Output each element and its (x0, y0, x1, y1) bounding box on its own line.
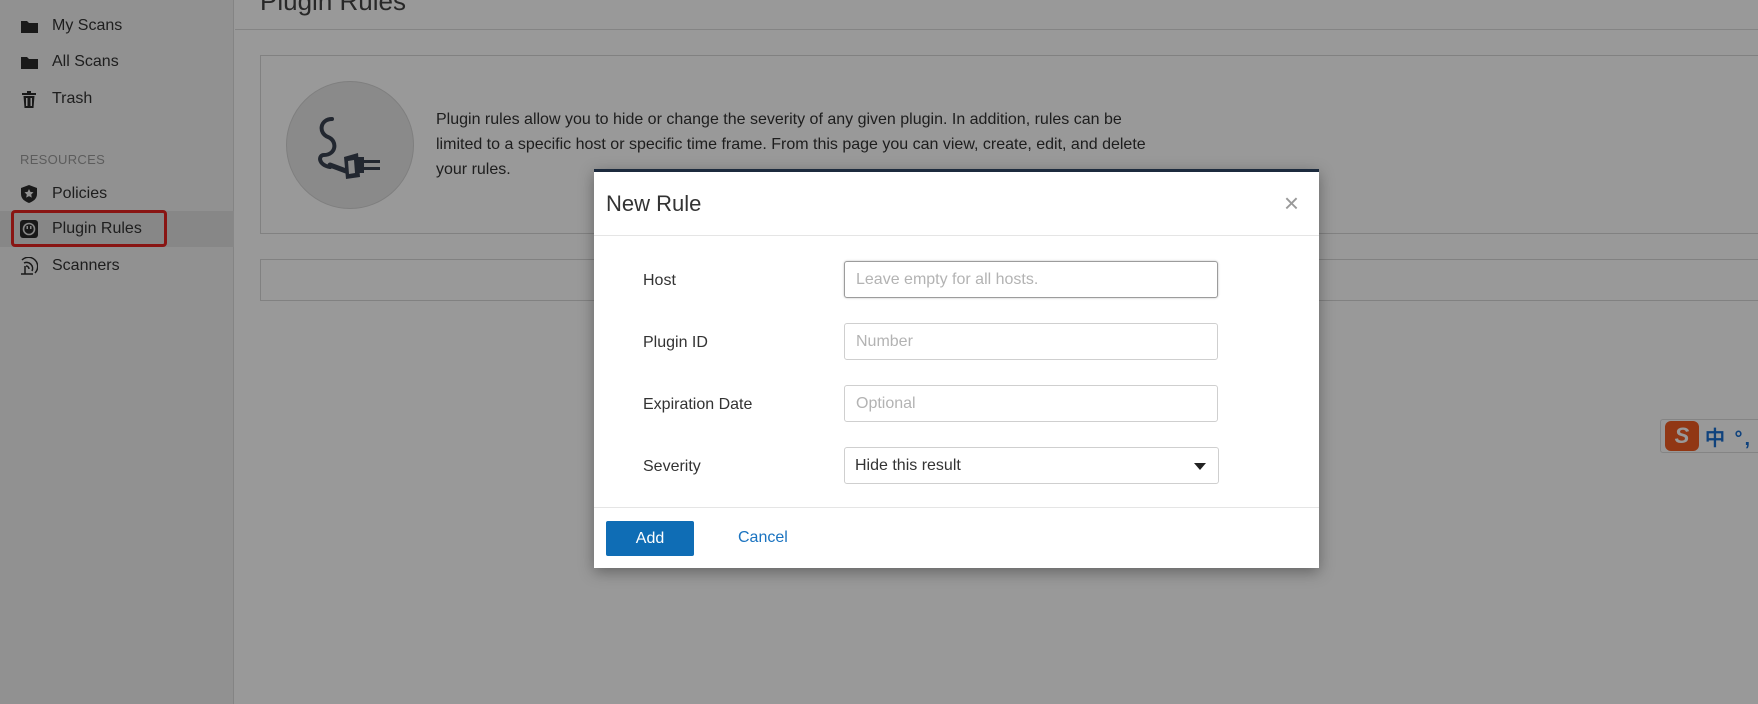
host-label: Host (643, 272, 676, 289)
plugin-id-label: Plugin ID (643, 334, 708, 351)
host-input[interactable] (844, 261, 1218, 298)
severity-label: Severity (643, 458, 701, 475)
modal-header-divider (594, 235, 1319, 236)
add-button[interactable]: Add (606, 521, 694, 556)
plugin-id-input[interactable] (844, 323, 1218, 360)
severity-selected-value: Hide this result (855, 456, 961, 474)
close-icon[interactable]: × (1284, 190, 1299, 216)
modal-title: New Rule (606, 191, 702, 216)
caret-down-icon (1194, 463, 1206, 470)
severity-select[interactable]: Hide this result (844, 447, 1219, 484)
new-rule-modal: New Rule × Host Plugin ID Expiration Dat… (594, 169, 1319, 568)
modal-footer-divider (594, 507, 1319, 508)
expiration-date-input[interactable] (844, 385, 1218, 422)
cancel-link[interactable]: Cancel (738, 529, 788, 547)
expiration-date-label: Expiration Date (643, 396, 753, 413)
